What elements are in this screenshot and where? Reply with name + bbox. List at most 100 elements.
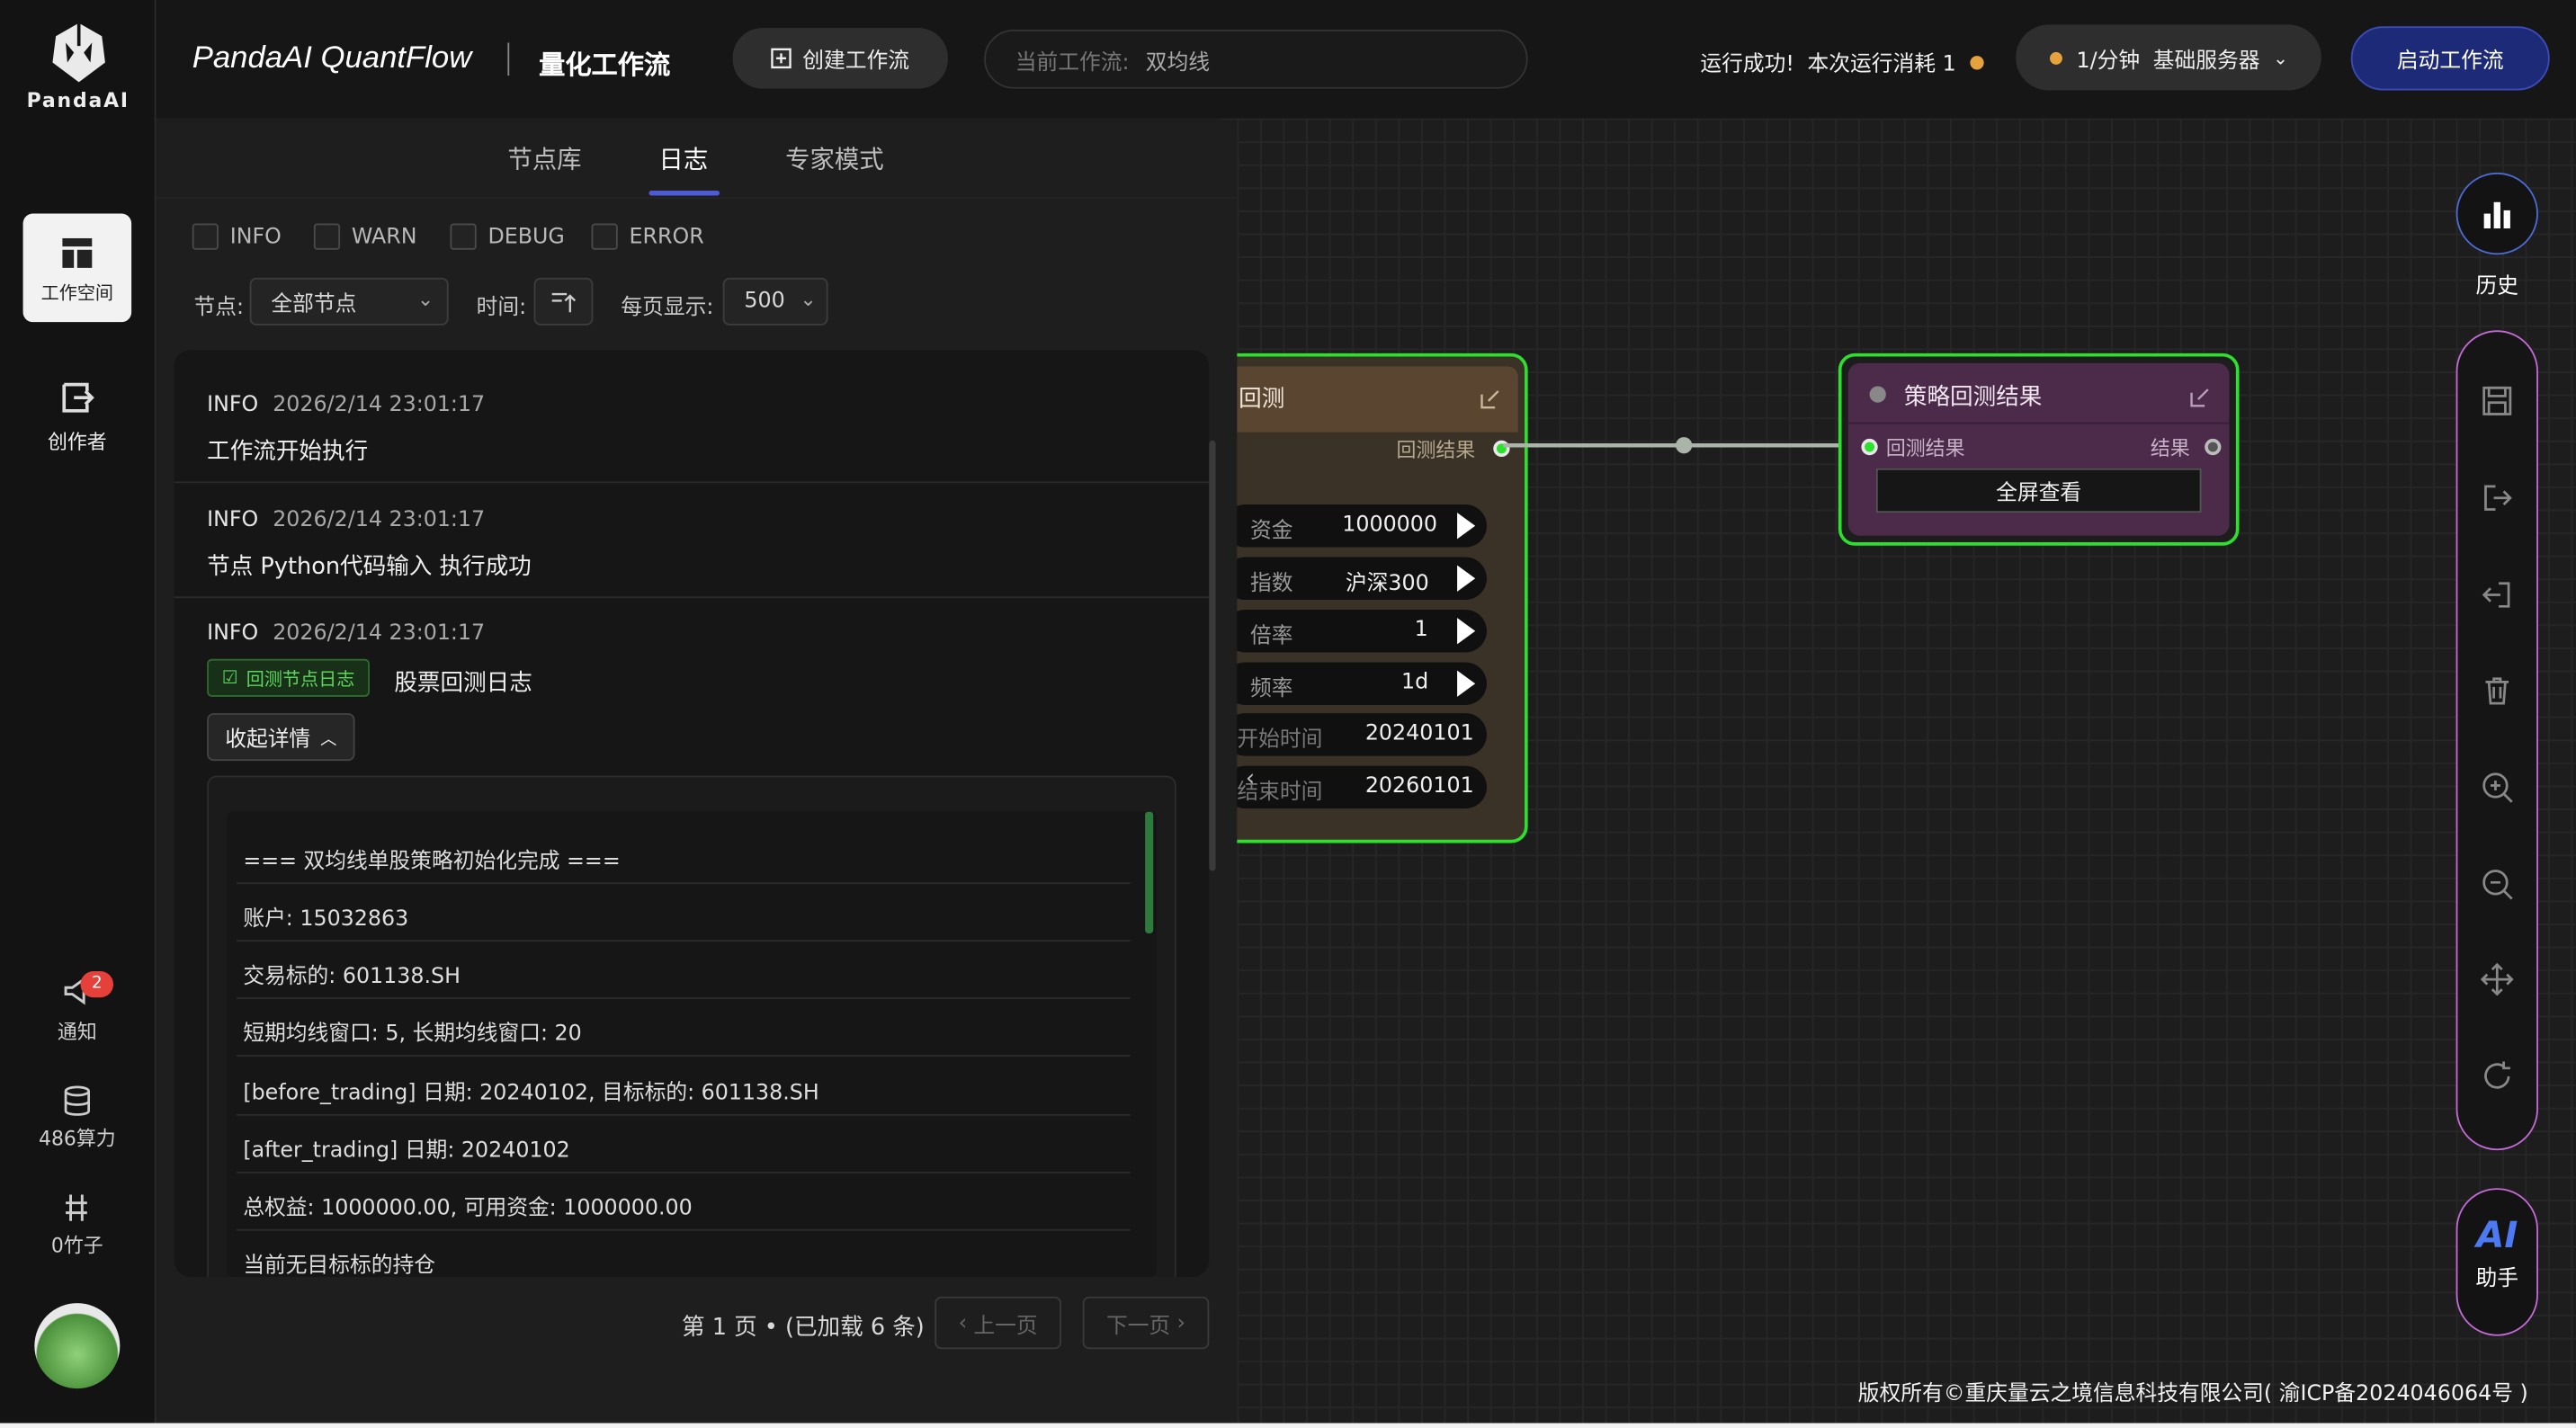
run-cost-text: 本次运行消耗 1 bbox=[1807, 52, 1956, 77]
panel-collapse-handle[interactable]: ‹ bbox=[1237, 759, 1263, 799]
sidebar-item-workspace[interactable]: 工作空间 bbox=[22, 213, 132, 323]
save-icon bbox=[2482, 386, 2512, 415]
trash-icon bbox=[2485, 677, 2509, 705]
node-filter-value: 全部节点 bbox=[271, 292, 357, 317]
ai-assistant-button[interactable]: AI 助手 bbox=[2455, 1188, 2538, 1336]
result-node[interactable]: 策略回测结果 回测结果 结果 全屏查看 bbox=[1838, 353, 2240, 546]
tab-active-indicator bbox=[648, 190, 720, 196]
backtest-log-tag: ☑ 回测节点日志 bbox=[207, 658, 370, 697]
backtest-log-tag-label: 回测节点日志 bbox=[246, 667, 355, 690]
time-filter-label: 时间: bbox=[476, 295, 527, 321]
param-leverage[interactable]: 倍率 1 bbox=[1223, 609, 1487, 653]
play-icon[interactable] bbox=[1457, 565, 1476, 592]
detail-divider bbox=[237, 1055, 1131, 1058]
checkbox-error[interactable] bbox=[591, 223, 618, 250]
prev-page-label: 上一页 bbox=[973, 1314, 1038, 1339]
server-rate: 1/分钟 bbox=[2076, 48, 2141, 74]
export-tool[interactable] bbox=[2456, 475, 2538, 521]
play-icon[interactable] bbox=[1457, 618, 1476, 645]
node-title: 策略回测结果 bbox=[1903, 384, 2043, 411]
create-workflow-button[interactable]: 创建工作流 bbox=[732, 28, 948, 89]
detail-scrollbar[interactable] bbox=[1145, 811, 1154, 933]
detail-divider bbox=[237, 1228, 1131, 1231]
node-input-label: 回测结果 bbox=[1885, 437, 1965, 460]
node-filter-select[interactable]: 全部节点 ⌄ bbox=[249, 277, 449, 326]
tab-expert-mode[interactable]: 专家模式 bbox=[785, 141, 884, 175]
history-button[interactable] bbox=[2455, 172, 2538, 255]
run-status: 运行成功! 本次运行消耗 1 ● bbox=[1700, 46, 1984, 77]
start-workflow-button[interactable]: 启动工作流 bbox=[2350, 26, 2550, 91]
tab-log[interactable]: 日志 bbox=[658, 141, 708, 175]
param-value: 1d bbox=[1401, 670, 1429, 695]
play-icon[interactable] bbox=[1457, 513, 1476, 540]
assistant-label: 助手 bbox=[2475, 1266, 2519, 1292]
delete-tool[interactable] bbox=[2456, 667, 2538, 713]
sidebar-item-bamboo[interactable]: 0竹子 bbox=[23, 1191, 132, 1259]
play-icon[interactable] bbox=[1457, 670, 1476, 697]
sidebar-item-creator[interactable]: 创作者 bbox=[23, 378, 132, 455]
coin-icon: ● bbox=[1969, 50, 1985, 73]
zoom-out-icon bbox=[2482, 870, 2513, 900]
bamboo-icon bbox=[66, 1194, 87, 1221]
sidebar-item-notify[interactable]: 2 通知 bbox=[23, 970, 132, 1046]
import-tool[interactable] bbox=[2456, 572, 2538, 618]
page-info: 第 1 页 • (已加载 6 条) bbox=[681, 1314, 925, 1342]
checkbox-warn-label: WARN bbox=[351, 225, 417, 250]
avatar[interactable] bbox=[34, 1303, 121, 1389]
log-level: INFO bbox=[207, 507, 259, 533]
sidebar-item-label: 486算力 bbox=[39, 1127, 116, 1151]
next-page-button[interactable]: 下一页 › bbox=[1082, 1296, 1210, 1350]
chevron-up-icon: ︿ bbox=[320, 731, 337, 750]
collapse-detail-button[interactable]: 收起详情 ︿ bbox=[207, 713, 355, 762]
logo[interactable]: PandaAI bbox=[0, 20, 157, 112]
move-icon bbox=[2481, 962, 2514, 996]
output-port[interactable] bbox=[2205, 438, 2222, 456]
time-sort-button[interactable] bbox=[533, 277, 594, 326]
sidebar-item-label: 工作空间 bbox=[40, 282, 114, 305]
param-label: 指数 bbox=[1249, 571, 1293, 597]
checkbox-warn[interactable] bbox=[313, 223, 341, 250]
sidebar-item-compute[interactable]: 486算力 bbox=[23, 1084, 132, 1152]
checkbox-info[interactable] bbox=[192, 223, 219, 250]
zoom-in-tool[interactable] bbox=[2456, 764, 2538, 810]
param-capital[interactable]: 资金 1000000 bbox=[1223, 504, 1487, 548]
log-scrollbar[interactable] bbox=[1209, 440, 1216, 871]
param-frequency[interactable]: 频率 1d bbox=[1223, 662, 1487, 705]
fullscreen-button[interactable]: 全屏查看 bbox=[1875, 468, 2202, 513]
fullscreen-label: 全屏查看 bbox=[1996, 481, 2082, 506]
log-time: 2026/2/14 23:01:17 bbox=[273, 620, 486, 647]
log-time: 2026/2/14 23:01:17 bbox=[273, 392, 486, 418]
node-connection[interactable] bbox=[1503, 431, 1865, 464]
prev-page-button[interactable]: ‹ 上一页 bbox=[935, 1296, 1061, 1350]
current-workflow-field[interactable]: 当前工作流: 双均线 bbox=[984, 29, 1528, 89]
per-page-select[interactable]: 500 ⌄ bbox=[722, 277, 828, 326]
node-output-label: 结果 bbox=[2150, 437, 2190, 460]
param-start-date[interactable]: 开始时间 20240101 bbox=[1223, 713, 1487, 756]
param-label: 开始时间 bbox=[1237, 727, 1323, 753]
start-workflow-label: 启动工作流 bbox=[2396, 49, 2504, 75]
chevron-down-icon: ⌄ bbox=[2273, 47, 2288, 68]
save-tool[interactable] bbox=[2456, 378, 2538, 424]
chevron-right-icon: › bbox=[1176, 1310, 1186, 1335]
tab-node-library[interactable]: 节点库 bbox=[507, 141, 581, 175]
param-index[interactable]: 指数 沪深300 bbox=[1223, 557, 1487, 601]
refresh-tool[interactable] bbox=[2456, 1053, 2538, 1099]
per-page-value: 500 bbox=[744, 289, 785, 315]
detail-line: 短期均线窗口: 5, 长期均线窗口: 20 bbox=[243, 1022, 582, 1048]
edit-icon[interactable] bbox=[1479, 388, 1502, 411]
database-icon bbox=[64, 1085, 91, 1116]
chevron-left-icon: ‹ bbox=[958, 1310, 968, 1335]
copyright: 版权所有©重庆量云之境信息科技有限公司( 渝ICP备2024046064号 ) bbox=[1857, 1381, 2528, 1407]
log-message: 节点 Python代码输入 执行成功 bbox=[207, 553, 532, 581]
checkbox-error-label: ERROR bbox=[629, 225, 704, 250]
sort-time-icon bbox=[551, 292, 577, 312]
zoom-out-tool[interactable] bbox=[2456, 861, 2538, 907]
detail-divider bbox=[237, 1113, 1131, 1116]
edit-icon[interactable] bbox=[2188, 386, 2212, 409]
node-filter-label: 节点: bbox=[193, 295, 245, 321]
pan-tool[interactable] bbox=[2456, 957, 2538, 1003]
export-icon bbox=[2484, 485, 2512, 511]
checkbox-debug[interactable] bbox=[450, 223, 477, 250]
input-port[interactable] bbox=[1861, 438, 1878, 456]
server-selector[interactable]: ● 1/分钟 基础服务器 ⌄ bbox=[2016, 24, 2321, 91]
